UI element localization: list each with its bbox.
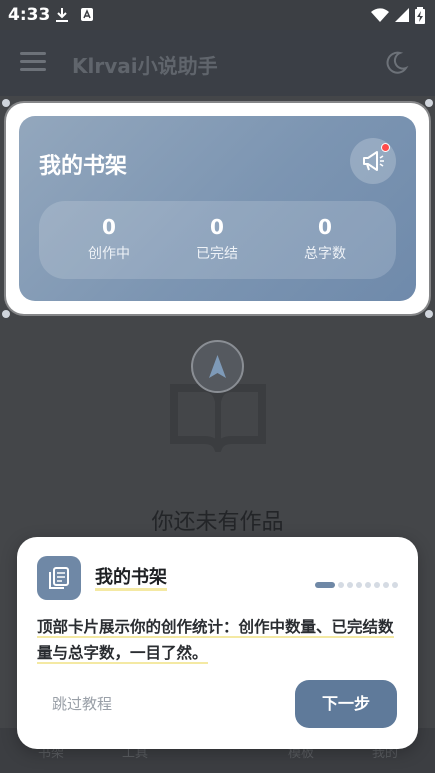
step-dot — [383, 581, 389, 588]
status-time: 4:33 — [8, 5, 51, 25]
signal-icon — [395, 8, 409, 22]
announcement-button[interactable] — [350, 138, 396, 184]
tutorial-card: 我的书架 顶部卡片展示你的创作统计：创作中数量、已完结数量与总字数，一目了然。 … — [17, 537, 418, 749]
step-dot — [374, 581, 380, 588]
guide-description: 顶部卡片展示你的创作统计：创作中数量、已完结数量与总字数，一目了然。 — [37, 614, 399, 666]
stats-panel: 0 创作中 0 已完结 0 总字数 — [39, 201, 396, 279]
next-step-button[interactable]: 下一步 — [295, 680, 397, 728]
app-notification-icon — [81, 8, 93, 21]
stat-value: 0 — [102, 215, 116, 239]
stat-label: 创作中 — [88, 246, 130, 262]
guide-icon-container — [37, 556, 81, 600]
stat-word-count: 0 总字数 — [275, 215, 375, 263]
notification-badge — [381, 143, 390, 152]
navigation-button[interactable] — [191, 340, 244, 393]
navigate-arrow-icon — [209, 355, 226, 378]
stat-value: 0 — [210, 215, 224, 239]
status-bar: 4:33 — [0, 0, 435, 30]
app-title: Klrvai小说助手 — [72, 54, 218, 78]
stat-in-progress: 0 创作中 — [59, 215, 159, 263]
wifi-icon — [371, 8, 389, 22]
spotlight-corner — [425, 99, 433, 107]
step-dot — [315, 581, 335, 588]
step-dot — [338, 581, 344, 588]
spotlight-corner — [2, 310, 10, 318]
empty-state-text: 你还未有作品 — [151, 510, 284, 535]
stat-completed: 0 已完结 — [167, 215, 267, 263]
spotlight-corner — [425, 310, 433, 318]
bookshelf-title: 我的书架 — [39, 154, 128, 179]
app-bar: Klrvai小说助手 — [0, 30, 435, 96]
skip-tutorial-button[interactable]: 跳过教程 — [52, 693, 112, 714]
download-icon — [56, 8, 68, 22]
bookshelf-card: 我的书架 0 创作中 0 已完结 0 总字数 — [19, 116, 416, 301]
spotlight-corner — [2, 99, 10, 107]
moon-icon[interactable] — [383, 50, 409, 76]
stat-label: 总字数 — [304, 246, 346, 262]
guide-description-text: 顶部卡片展示你的创作统计：创作中数量、已完结数量与总字数，一目了然。 — [37, 618, 394, 664]
book-stack-icon — [49, 567, 69, 589]
stat-label: 已完结 — [196, 246, 238, 262]
hamburger-icon[interactable] — [20, 52, 46, 72]
step-dot — [347, 581, 353, 588]
battery-icon — [415, 7, 425, 24]
stat-value: 0 — [318, 215, 332, 239]
guide-title: 我的书架 — [95, 568, 167, 591]
step-dot — [356, 581, 362, 588]
step-dot — [365, 581, 371, 588]
step-indicator — [312, 574, 398, 588]
step-dot — [392, 581, 398, 588]
